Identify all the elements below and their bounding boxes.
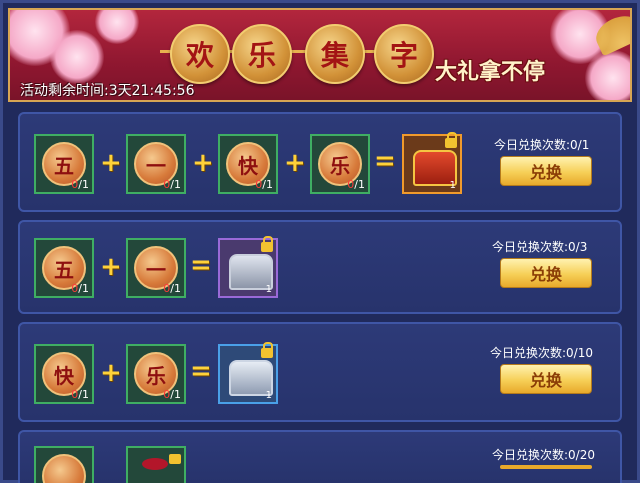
peony-decoration	[95, 10, 139, 44]
title-char-coin: 字	[374, 24, 434, 84]
char-piece-icon	[42, 454, 86, 483]
peony-decoration	[585, 50, 630, 100]
lock-icon	[261, 236, 273, 252]
lock-icon	[445, 132, 457, 148]
title-char-coin: 乐	[232, 24, 292, 84]
lantern-icon	[142, 458, 168, 470]
exchange-limit: 今日兑换次数:0/3	[492, 240, 588, 254]
piece-count: 0/1	[347, 178, 365, 191]
lock-icon	[261, 342, 273, 358]
char-piece-slot[interactable]: 五 0/1	[34, 238, 94, 298]
equals-sign: =	[190, 356, 212, 386]
plus-sign: +	[284, 148, 306, 178]
char-piece-slot[interactable]: 乐 0/1	[126, 344, 186, 404]
piece-count: 0/1	[255, 178, 273, 191]
title-char-coin: 集	[305, 24, 365, 84]
required-count: /1	[170, 178, 181, 191]
required-count: /1	[78, 178, 89, 191]
piece-count: 0/1	[71, 282, 89, 295]
reward-slot[interactable]: 1	[218, 236, 278, 298]
required-count: /1	[354, 178, 365, 191]
title-char-coin: 欢	[170, 24, 230, 84]
char-piece-slot[interactable]: 一 0/1	[126, 134, 186, 194]
required-count: /1	[262, 178, 273, 191]
piece-count: 0/1	[71, 388, 89, 401]
reward-qty: 1	[265, 284, 272, 295]
plus-sign: +	[100, 358, 122, 388]
piece-count: 0/1	[163, 282, 181, 295]
piece-count: 0/1	[71, 178, 89, 191]
plus-sign: +	[100, 148, 122, 178]
char-piece-slot[interactable]: 快 0/1	[34, 344, 94, 404]
peony-decoration	[50, 30, 104, 84]
reward-qty: 1	[449, 180, 456, 191]
required-count: /1	[170, 282, 181, 295]
reward-slot[interactable]: 1	[402, 132, 462, 194]
exchange-row: 快 0/1 + 乐 0/1 = 1 今日兑换次数:0/10 兑换	[18, 322, 622, 422]
event-timer: 活动剩余时间:3天21:45:56	[20, 83, 195, 99]
char-piece-slot[interactable]	[34, 446, 94, 483]
char-piece-slot[interactable]: 一 0/1	[126, 238, 186, 298]
exchange-button[interactable]: 兑换	[500, 364, 592, 394]
plus-sign: +	[192, 148, 214, 178]
reward-slot[interactable]: 1	[218, 342, 278, 404]
exchange-limit: 今日兑换次数:0/10	[490, 346, 593, 360]
exchange-button[interactable]: 兑换	[500, 156, 592, 186]
char-piece-slot[interactable]: 快 0/1	[218, 134, 278, 194]
reward-slot[interactable]	[126, 446, 186, 483]
reward-qty: 1	[265, 390, 272, 401]
required-count: /1	[78, 282, 89, 295]
exchange-limit: 今日兑换次数:0/1	[494, 138, 590, 152]
exchange-button[interactable]	[500, 465, 592, 469]
slogan-text: 大礼拿不停	[435, 60, 546, 85]
event-banner: 欢 乐 集 字 大礼拿不停 活动剩余时间:3天21:45:56	[8, 8, 632, 102]
exchange-limit: 今日兑换次数:0/20	[492, 448, 595, 462]
required-count: /1	[170, 388, 181, 401]
exchange-button[interactable]: 兑换	[500, 258, 592, 288]
equals-sign: =	[190, 250, 212, 280]
exchange-row: 今日兑换次数:0/20	[18, 430, 622, 483]
exchange-row: 五 0/1 + 一 0/1 + 快 0/1 + 乐 0/1 = 1 今日兑换次数…	[18, 112, 622, 212]
equals-sign: =	[374, 146, 396, 176]
plus-sign: +	[100, 252, 122, 282]
lock-icon	[169, 454, 181, 464]
piece-count: 0/1	[163, 178, 181, 191]
char-piece-slot[interactable]: 五 0/1	[34, 134, 94, 194]
char-piece-slot[interactable]: 乐 0/1	[310, 134, 370, 194]
piece-count: 0/1	[163, 388, 181, 401]
exchange-row: 五 0/1 + 一 0/1 = 1 今日兑换次数:0/3 兑换	[18, 220, 622, 314]
required-count: /1	[78, 388, 89, 401]
